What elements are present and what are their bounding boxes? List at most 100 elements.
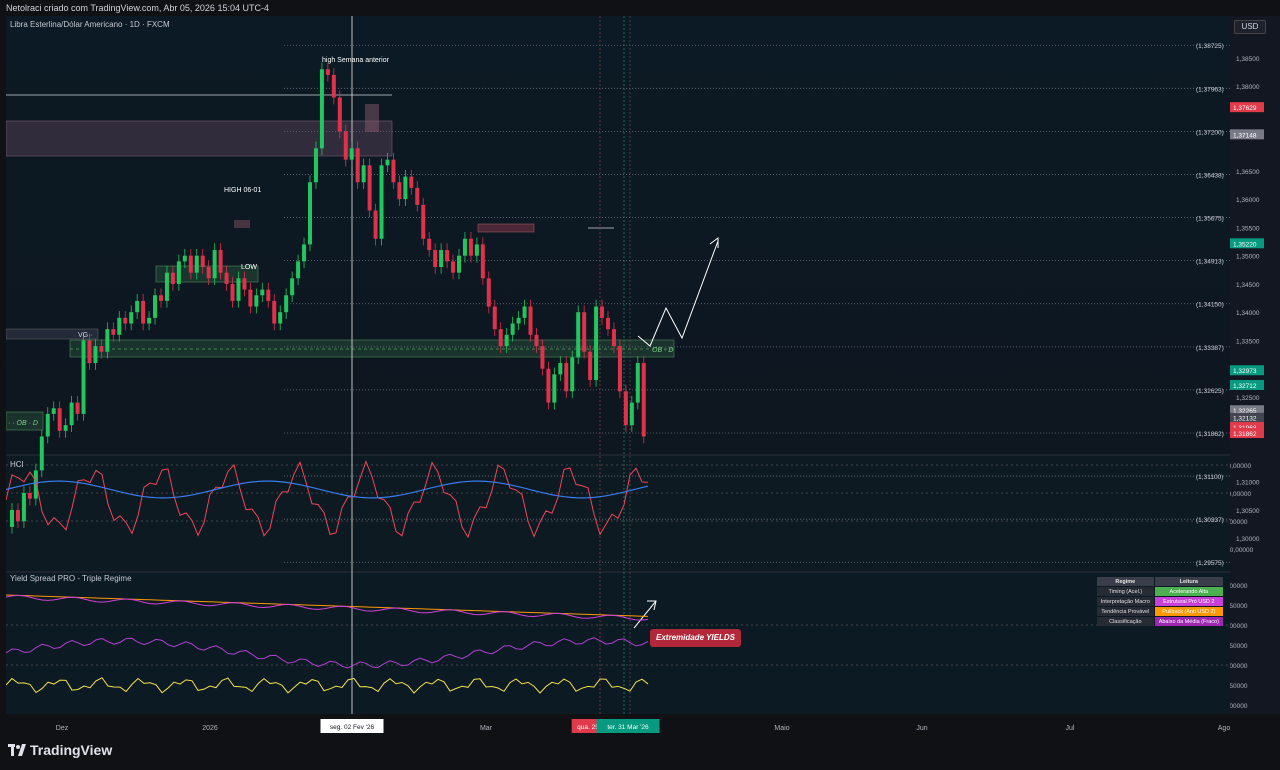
price-badge: 1,37148 <box>1230 129 1264 140</box>
time-axis-bar[interactable]: Dez 2026 Mar Maio Jun Jul Ago seg. 02 Fev '26 qu… <box>0 714 1280 770</box>
price-tick-label: 1,35500 <box>1236 225 1260 232</box>
candle-down <box>397 182 402 200</box>
candle-down <box>170 272 175 284</box>
regime-key: Classificação <box>1097 617 1154 626</box>
main-chart-svg[interactable]: high Semana anterior HIGH 06-01 LOW OB · D ·… <box>5 0 1230 714</box>
candle-down <box>588 351 593 381</box>
candle-down <box>331 74 336 98</box>
yield-tick-label: 1,00000 <box>1230 663 1248 670</box>
price-tick-label: 1,30500 <box>1236 508 1260 515</box>
yield-tick-label: 1,50000 <box>1230 643 1248 650</box>
supply-zone-small <box>477 223 535 233</box>
candle-down <box>415 187 420 205</box>
chart-area[interactable]: high Semana anterior HIGH 06-01 LOW OB · D ·… <box>5 0 1230 714</box>
regime-value: Pullback (Anti USD 2) <box>1154 607 1223 616</box>
time-axis-label: Mar <box>480 725 493 732</box>
candle-up <box>10 509 14 527</box>
candle-up <box>236 278 241 301</box>
fib-level-label: (1,35675) <box>1196 216 1224 223</box>
candle-down <box>427 238 432 251</box>
candle-up <box>313 148 318 183</box>
hci-tick-label: 0,00000 <box>1230 519 1248 526</box>
hci-tick-label: -40,00000 <box>1230 547 1254 554</box>
candle-up <box>51 408 56 414</box>
price-badge-label: 1,32132 <box>1233 416 1257 423</box>
candle-down <box>230 283 235 301</box>
time-badge-label: seg. 02 Fev '26 <box>330 724 375 731</box>
hci-title[interactable]: HCI <box>10 460 24 469</box>
candle-up <box>594 306 599 381</box>
currency-button[interactable]: USD <box>1234 20 1266 34</box>
candle-down <box>564 363 569 392</box>
price-tick-label: 1,34500 <box>1236 282 1260 289</box>
price-badge-label: 1,31862 <box>1233 431 1257 438</box>
candle-up <box>33 470 38 499</box>
yield-tick-label: 2,50000 <box>1230 603 1248 610</box>
candle-up <box>147 317 152 324</box>
fib-level-label: (1,38725) <box>1196 43 1224 50</box>
regime-value: Abaixo da Média (Fraco) <box>1154 617 1223 626</box>
fib-level-label: (1,29575) <box>1196 560 1224 567</box>
candle-down <box>540 346 545 369</box>
price-badge: 1,31862 <box>1230 428 1264 438</box>
candle-up <box>69 402 74 426</box>
candle-up <box>117 317 122 335</box>
annotation-ob-d: OB · D <box>652 347 673 354</box>
fib-level-label: (1,31862) <box>1196 431 1224 438</box>
time-axis-label: 2026 <box>202 725 218 732</box>
price-tick-label: 1,36500 <box>1236 169 1260 176</box>
candle-down <box>188 255 193 273</box>
price-badge-label: 1,35220 <box>1233 241 1257 248</box>
candle-down <box>528 306 533 335</box>
candle-up <box>474 244 479 256</box>
candle-down <box>75 402 80 414</box>
candle-up <box>105 329 110 352</box>
candle-up <box>552 374 557 403</box>
price-badge-label: 1,37629 <box>1233 105 1257 112</box>
time-axis-label: Dez <box>56 725 69 732</box>
annotation-high-semana: high Semana anterior <box>322 57 390 64</box>
candle-up <box>308 182 312 245</box>
hci-tick-label: 80,00000 <box>1230 463 1251 470</box>
time-axis-label: Jul <box>1066 725 1075 732</box>
price-tick-label: 1,32500 <box>1236 395 1260 402</box>
candle-down <box>266 289 271 301</box>
candle-up <box>182 255 187 262</box>
fib-level-label: (1,30337) <box>1196 517 1224 524</box>
regime-value: Estrutural Pró USD 2 <box>1154 597 1223 606</box>
candle-down <box>617 346 622 392</box>
candle-down <box>337 97 342 132</box>
candle-down <box>486 278 491 307</box>
candle-down <box>111 329 116 335</box>
candle-down <box>606 317 610 330</box>
candle-down <box>546 368 551 403</box>
supply-zone <box>5 120 393 157</box>
candle-down <box>224 272 229 284</box>
price-scale[interactable]: 1,390001,385001,380001,365001,360001,355… <box>1224 16 1280 714</box>
tradingview-logo[interactable]: TradingView <box>8 742 112 758</box>
tradingview-icon <box>8 744 26 756</box>
candle-up <box>93 346 98 364</box>
yield-tick-label: 0,50000 <box>1230 683 1248 690</box>
yield-title[interactable]: Yield Spread PRO - Triple Regime <box>10 574 132 583</box>
symbol-title[interactable]: Libra Esterlina/Dólar Americano · 1D · F… <box>10 20 170 29</box>
fib-level-label: (1,36438) <box>1196 172 1224 179</box>
yield-tick-label: 0,00000 <box>1230 703 1248 710</box>
candle-up <box>194 255 199 273</box>
candle-down <box>623 391 628 426</box>
candle-down <box>451 261 456 273</box>
candle-down <box>248 289 253 307</box>
candle-down <box>641 363 646 437</box>
fib-level-label: (1,32625) <box>1196 388 1224 395</box>
candle-up <box>135 300 140 313</box>
candle-up <box>510 323 515 335</box>
projection-path <box>637 240 719 347</box>
candle-down <box>445 250 450 262</box>
candle-up <box>457 255 461 273</box>
candle-up <box>39 436 44 471</box>
price-badge: 1,32973 <box>1230 365 1264 376</box>
candle-down <box>600 306 605 318</box>
hci-pane-bg <box>6 455 1230 572</box>
candle-down <box>218 250 223 273</box>
candle-down <box>343 131 348 160</box>
